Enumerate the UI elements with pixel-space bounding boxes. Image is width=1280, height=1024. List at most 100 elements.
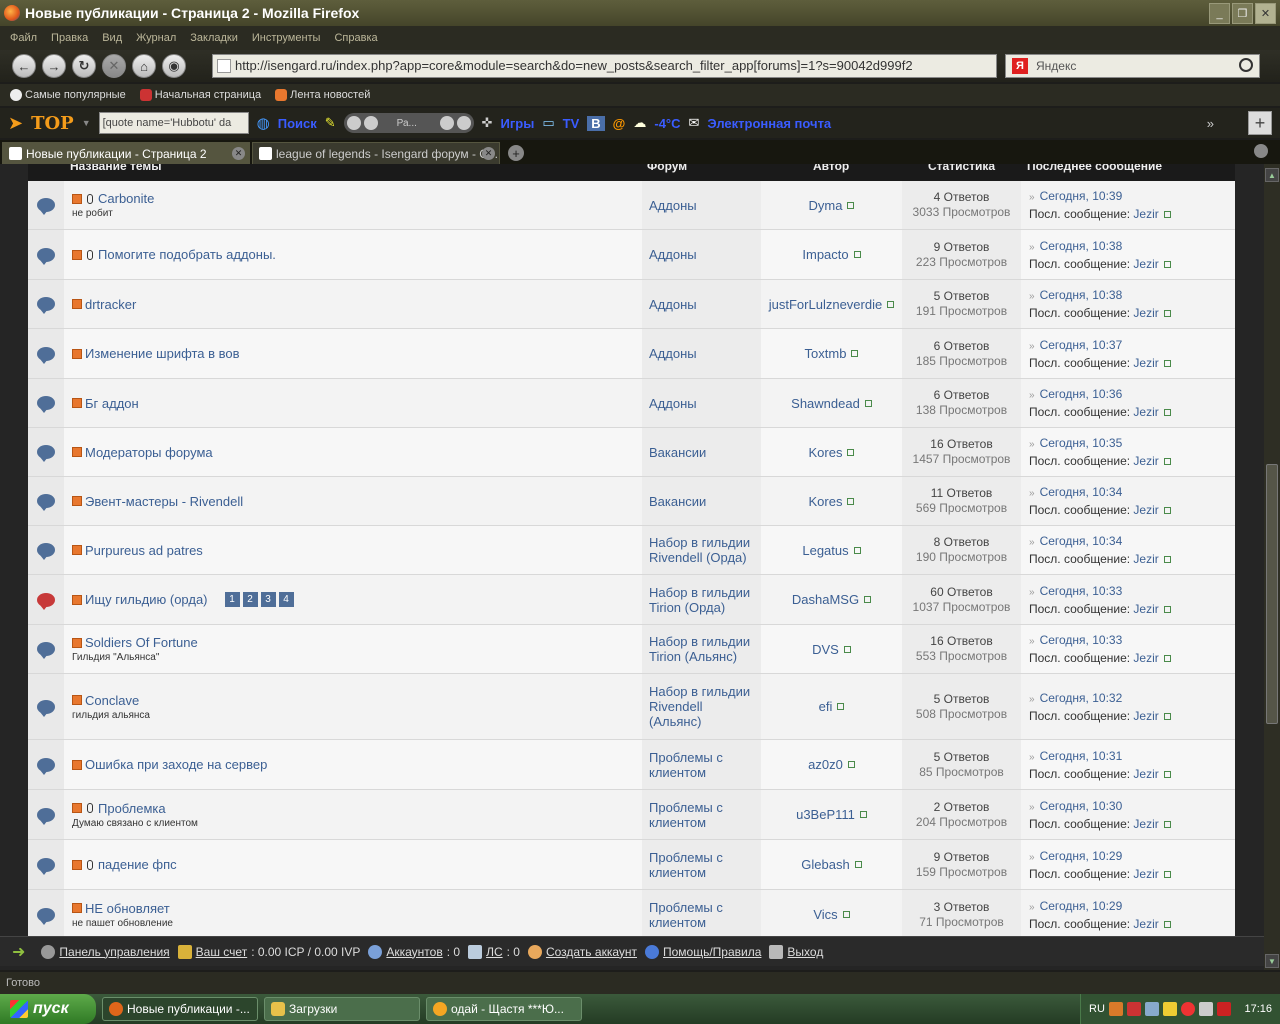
minimize-button[interactable]: _ [1209, 3, 1230, 24]
mail-link[interactable]: Электронная почта [707, 116, 831, 131]
profile-card-icon[interactable] [1163, 655, 1171, 663]
play-player-icon[interactable] [363, 116, 378, 130]
author-link[interactable]: Legatus [802, 543, 848, 558]
topic-link[interactable]: Изменение шрифта в вов [85, 346, 240, 361]
topic-link[interactable]: Помогите подобрать аддоны. [98, 247, 276, 262]
close-button[interactable]: ✕ [1255, 3, 1276, 24]
start-button[interactable]: пуск [0, 994, 96, 1024]
last-poster-link[interactable]: Jezir [1133, 917, 1158, 931]
rss-icon[interactable] [72, 859, 82, 870]
rss-icon[interactable] [72, 759, 82, 770]
profile-card-icon[interactable] [1163, 507, 1171, 515]
quote-dropdown[interactable]: [quote name='Hubbotu' da [98, 112, 249, 134]
page-link[interactable]: 3 [260, 592, 276, 607]
rss-icon[interactable] [72, 637, 82, 648]
menu-bookmarks[interactable]: Закладки [190, 32, 238, 44]
profile-card-icon[interactable] [1163, 820, 1171, 828]
last-poster-link[interactable]: Jezir [1133, 817, 1158, 831]
vk-icon[interactable]: В [587, 115, 605, 131]
topic-link[interactable]: drtracker [85, 297, 136, 312]
last-poster-link[interactable]: Jezir [1133, 207, 1158, 221]
forum-link[interactable]: Набор в гильдии Tirion (Альянс) [642, 625, 761, 673]
last-poster-link[interactable]: Jezir [1133, 454, 1158, 468]
forum-link[interactable]: Проблемы с клиентом [642, 840, 761, 889]
rss-icon[interactable] [72, 249, 82, 260]
page-link[interactable]: 4 [278, 592, 294, 607]
last-poster-link[interactable]: Jezir [1133, 405, 1158, 419]
profile-card-icon[interactable] [1163, 605, 1171, 613]
last-post-date-link[interactable]: Сегодня, 10:38 [1029, 287, 1235, 305]
close-tab-icon[interactable]: ✕ [232, 147, 245, 160]
last-poster-link[interactable]: Jezir [1133, 651, 1158, 665]
security-icon[interactable] [1216, 1002, 1231, 1016]
rss-icon[interactable] [72, 496, 82, 506]
task-downloads[interactable]: Загрузки [264, 997, 420, 1021]
profile-card-icon[interactable] [853, 546, 861, 554]
help-link[interactable]: Помощь/Правила [663, 945, 761, 959]
new-tab-icon[interactable]: + [508, 145, 524, 161]
bookmark-most-visited[interactable]: Самые популярные [10, 89, 126, 101]
profile-card-icon[interactable] [859, 811, 867, 818]
bookmark-news-feed[interactable]: Лента новостей [275, 89, 370, 101]
account-link[interactable]: Ваш счет [196, 945, 248, 959]
profile-card-icon[interactable] [864, 596, 872, 603]
scroll-up-icon[interactable]: ▲ [1265, 168, 1279, 182]
profile-card-icon[interactable] [837, 703, 845, 710]
author-link[interactable]: efi [819, 699, 833, 714]
last-poster-link[interactable]: Jezir [1133, 602, 1158, 616]
tray-app-icon[interactable] [1126, 1002, 1141, 1016]
last-poster-link[interactable]: Jezir [1133, 867, 1158, 881]
task-player[interactable]: одай - Щастя ***Ю... [426, 997, 582, 1021]
profile-card-icon[interactable] [853, 251, 861, 258]
forum-link[interactable]: Проблемы с клиентом [642, 740, 761, 789]
profile-card-icon[interactable] [1163, 458, 1171, 466]
author-link[interactable]: DashaMSG [792, 592, 859, 607]
create-account-link[interactable]: Создать аккаунт [546, 945, 637, 959]
last-post-date-link[interactable]: Сегодня, 10:33 [1029, 632, 1235, 650]
profile-card-icon[interactable] [847, 497, 855, 505]
tab-league-of-legends[interactable]: league of legends - Isengard форум - С..… [252, 142, 500, 164]
forum-link[interactable]: Аддоны [642, 329, 761, 378]
mail-ru-icon[interactable]: @ [613, 116, 626, 131]
profile-card-icon[interactable] [847, 201, 855, 209]
last-poster-link[interactable]: Jezir [1133, 767, 1158, 781]
rss-icon[interactable] [72, 299, 82, 309]
author-link[interactable]: Shawndead [791, 396, 860, 411]
topic-link[interactable]: Purpureus ad patres [85, 543, 203, 558]
arrow-right-icon[interactable]: ➜ [12, 942, 25, 962]
forum-link[interactable]: Набор в гильдии Rivendell (Альянс) [642, 674, 761, 739]
rss-icon[interactable] [72, 193, 82, 204]
send-icon[interactable]: ➤ [8, 113, 23, 134]
rss-icon[interactable] [72, 447, 82, 457]
last-post-date-link[interactable]: Сегодня, 10:34 [1029, 484, 1235, 502]
last-poster-link[interactable]: Jezir [1133, 503, 1158, 517]
top-logo[interactable]: TOP [31, 113, 74, 134]
profile-card-icon[interactable] [1163, 359, 1171, 367]
last-post-date-link[interactable]: Сегодня, 10:29 [1029, 898, 1235, 916]
forum-link[interactable]: Набор в гильдии Rivendell (Орда) [642, 526, 761, 574]
highlight-icon[interactable]: ✎ [325, 115, 336, 131]
last-post-date-link[interactable]: Сегодня, 10:38 [1029, 238, 1235, 256]
last-post-date-link[interactable]: Сегодня, 10:31 [1029, 748, 1235, 766]
tab-list-icon[interactable] [1254, 144, 1268, 158]
menu-history[interactable]: Журнал [136, 32, 176, 44]
player-menu-icon[interactable] [456, 116, 471, 130]
profile-card-icon[interactable] [864, 399, 872, 407]
forum-link[interactable]: Проблемы с клиентом [642, 890, 761, 939]
topic-link[interactable]: Эвент-мастеры - Rivendell [85, 494, 243, 509]
audio-player[interactable]: Ра... [343, 113, 474, 133]
menu-view[interactable]: Вид [102, 32, 122, 44]
reload-icon[interactable]: ↻ [72, 54, 96, 78]
bookmark-start-page[interactable]: Начальная страница [139, 89, 261, 101]
rss-icon[interactable] [72, 398, 82, 408]
overflow-icon[interactable]: » [1207, 116, 1214, 131]
opera-icon[interactable] [1180, 1002, 1195, 1016]
last-poster-link[interactable]: Jezir [1133, 257, 1158, 271]
add-icon[interactable]: + [1248, 111, 1272, 135]
profile-card-icon[interactable] [854, 861, 862, 868]
author-link[interactable]: Impacto [802, 247, 848, 262]
profile-card-icon[interactable] [847, 448, 855, 456]
search-link[interactable]: Поиск [278, 116, 317, 131]
page-link[interactable]: 1 [224, 592, 240, 607]
tv-link[interactable]: TV [563, 116, 580, 131]
